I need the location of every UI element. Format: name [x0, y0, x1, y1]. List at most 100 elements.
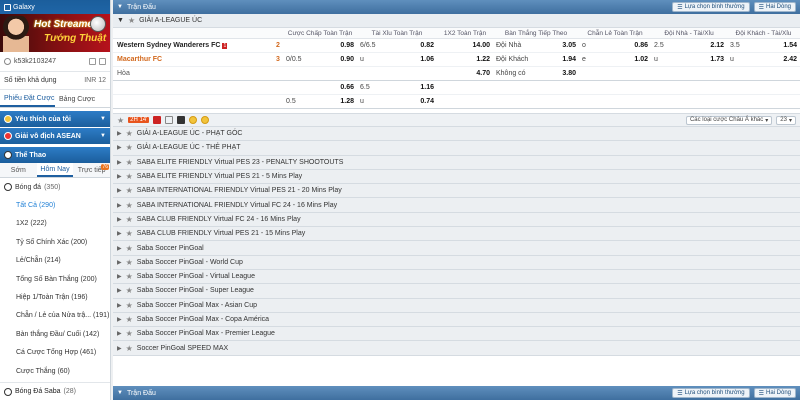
hdp-odd[interactable]: 0.66 — [283, 81, 357, 94]
star-icon[interactable]: ★ — [126, 129, 133, 138]
x12-odd[interactable]: 1.22 — [437, 53, 493, 66]
chevron-down-icon[interactable]: ▼ — [117, 390, 123, 396]
odd-value: 2.12 — [710, 42, 724, 49]
star-icon[interactable]: ★ — [126, 158, 133, 167]
league-row[interactable]: ▶ ★ SABA ELITE FRIENDLY Virtual PES 21 - 5… — [113, 169, 800, 185]
asian-market-select[interactable]: Các loại cược Châu Á khác ▾ — [685, 115, 773, 125]
away-ou-odd[interactable]: 3.5 1.54 — [727, 39, 800, 52]
galaxy-link[interactable]: Galaxy — [4, 4, 35, 11]
sports-section[interactable]: Thể Thao — [0, 147, 110, 163]
league-row[interactable]: ▶ ★ SABA ELITE FRIENDLY Virtual PES 23 - P… — [113, 155, 800, 170]
market-item[interactable]: Cược Thắng (60) — [0, 362, 110, 380]
star-icon[interactable]: ★ — [117, 116, 124, 125]
star-icon[interactable]: ★ — [126, 201, 133, 210]
league-row[interactable]: ▶ ★ Soccer PinGoal SPEED MAX — [113, 341, 800, 356]
league-row[interactable]: ▶ ★ GIẢI A-LEAGUE ÚC - PHẠT GÓC — [113, 127, 800, 142]
rows-select[interactable]: ☰ Hai Dòng — [753, 388, 796, 398]
star-icon[interactable]: ★ — [126, 143, 133, 152]
mail-icon[interactable] — [89, 58, 96, 65]
chevron-down-icon[interactable]: ▼ — [117, 4, 123, 10]
x12-odd[interactable]: 14.00 — [437, 39, 493, 52]
league-row[interactable]: ▶ ★ SABA INTERNATIONAL FRIENDLY Virtual PE… — [113, 184, 800, 199]
odd-value: 1.06 — [420, 56, 434, 63]
chevron-right-icon: ▶ — [117, 216, 122, 223]
tab-bet-slip[interactable]: Phiếu Đặt Cược — [0, 92, 55, 107]
ou-odd[interactable]: u 0.74 — [357, 95, 437, 108]
market-item[interactable]: Tất Cả (290) — [0, 196, 110, 214]
market-item[interactable]: Lẻ/Chẵn (214) — [0, 252, 110, 270]
star-icon[interactable]: ★ — [126, 344, 133, 353]
view-select[interactable]: ☰ Lựa chọn bình thường — [672, 388, 750, 398]
star-icon[interactable]: ★ — [126, 272, 133, 281]
view-select[interactable]: ☰ Lựa chọn bình thường — [672, 2, 750, 12]
away-ou-odd[interactable]: u 2.42 — [727, 53, 800, 66]
chevron-right-icon: ▶ — [117, 202, 122, 209]
league-row[interactable]: ▶ ★ Saba Soccer PinGoal - Super League — [113, 284, 800, 299]
market-item[interactable]: Tỷ Số Chính Xác (200) — [0, 233, 110, 251]
star-icon[interactable]: ★ — [126, 186, 133, 195]
league-row[interactable]: ▶ ★ Saba Soccer PinGoal Max - Premier Leag… — [113, 327, 800, 342]
sport-list: Bóng đá (350) Tất Cả (290) 1X2 (222) Tỷ … — [0, 178, 110, 380]
star-icon[interactable]: ★ — [126, 215, 133, 224]
league-row[interactable]: ▶ ★ SABA INTERNATIONAL FRIENDLY Virtual FC… — [113, 198, 800, 213]
tab-early[interactable]: Sớm — [0, 163, 37, 177]
next-goal-odd[interactable]: Không có 3.80 — [493, 67, 579, 80]
play-icon[interactable] — [165, 116, 174, 124]
x12-odd[interactable]: 4.70 — [437, 67, 493, 80]
league-row[interactable]: ▼ ★ GIẢI A-LEAGUE ÚC — [113, 14, 800, 28]
star-icon[interactable]: ★ — [126, 244, 133, 253]
star-icon[interactable]: ★ — [128, 16, 135, 25]
league-row[interactable]: ▶ ★ Saba Soccer PinGoal Max - Asian Cup — [113, 298, 800, 313]
tv-icon[interactable] — [153, 116, 162, 124]
tab-today[interactable]: Hôm Nay — [36, 163, 74, 177]
coin-icon[interactable] — [189, 116, 198, 124]
league-row[interactable]: ▶ ★ Saba Soccer PinGoal - Virtual League — [113, 269, 800, 285]
market-item[interactable]: 1X2 (222) — [0, 215, 110, 233]
hdp-odd[interactable]: 0.98 — [283, 39, 357, 52]
star-icon[interactable]: ★ — [126, 315, 133, 324]
stats-icon[interactable] — [177, 116, 186, 124]
next-goal-odd[interactable]: Đội Nhà 3.05 — [493, 39, 579, 52]
market-count-select[interactable]: 23 ▾ — [776, 115, 796, 125]
league-row[interactable]: ▶ ★ Saba Soccer PinGoal - World Cup — [113, 255, 800, 270]
favorites-section[interactable]: Yêu thích của tôi ▼ — [0, 111, 110, 127]
star-icon[interactable]: ★ — [126, 329, 133, 338]
star-icon[interactable]: ★ — [126, 172, 133, 181]
rows-select[interactable]: ☰ Hai Dòng — [753, 2, 796, 12]
ou-odd[interactable]: u 1.06 — [357, 53, 437, 66]
market-item[interactable]: Bàn thắng Đầu/ Cuối (142) — [0, 325, 110, 343]
tab-bet-list[interactable]: Bảng Cược — [55, 92, 110, 107]
ou-odd[interactable]: 6.5 1.16 — [357, 81, 437, 94]
league-row[interactable]: ▶ ★ Saba Soccer PinGoal — [113, 241, 800, 256]
next-goal-odd[interactable]: Đội Khách 1.94 — [493, 53, 579, 66]
odd-even-odd[interactable]: e 1.02 — [579, 53, 651, 66]
col-header: Bàn Thắng Tiếp Theo — [504, 29, 568, 37]
ou-odd[interactable]: 6/6.5 0.82 — [357, 39, 437, 52]
market-item[interactable]: Cá Cược Tổng Hợp (461) — [0, 344, 110, 362]
hdp-odd[interactable]: 0.5 1.28 — [283, 95, 357, 108]
home-ou-odd[interactable]: u 1.73 — [651, 53, 727, 66]
asean-section[interactable]: Giải vô địch ASEAN ▼ — [0, 128, 110, 144]
hdp-odd[interactable]: 0/0.5 0.90 — [283, 53, 357, 66]
league-row[interactable]: ▶ ★ GIẢI A-LEAGUE ÚC - THẺ PHẠT — [113, 141, 800, 156]
odd-even-odd[interactable]: o 0.86 — [579, 39, 651, 52]
star-icon[interactable]: ★ — [126, 301, 133, 310]
league-row[interactable]: ▶ ★ SABA CLUB FRIENDLY Virtual FC 24 - 16 … — [113, 212, 800, 228]
sport-saba[interactable]: Bóng Đá Saba (28) — [0, 382, 110, 400]
home-ou-odd[interactable]: 2.5 2.12 — [651, 39, 727, 52]
trophy-icon[interactable] — [201, 116, 210, 124]
star-icon[interactable]: ★ — [126, 229, 133, 238]
star-icon[interactable]: ★ — [126, 286, 133, 295]
star-icon[interactable]: ★ — [126, 258, 133, 267]
sport-football[interactable]: Bóng đá (350) — [0, 178, 110, 196]
chevron-down-icon[interactable]: ▼ — [117, 17, 124, 24]
tab-live[interactable]: Trực tiếp 76 — [73, 163, 110, 177]
market-item[interactable]: Chẵn / Lẻ của Nửa trậ... (191) — [0, 307, 110, 325]
settings-icon[interactable] — [99, 58, 106, 65]
promo-banner[interactable]: Hot Streamer Tướng Thuật — [0, 14, 110, 52]
market-item[interactable]: Hiệp 1/Toàn Trận (196) — [0, 288, 110, 306]
league-row[interactable]: ▶ ★ Saba Soccer PinGoal Max - Copa América — [113, 312, 800, 328]
market-item[interactable]: Tổng Số Bàn Thắng (200) — [0, 270, 110, 288]
league-row[interactable]: ▶ ★ SABA CLUB FRIENDLY Virtual PES 21 - 15… — [113, 227, 800, 242]
soccer-ball-icon — [90, 16, 106, 32]
